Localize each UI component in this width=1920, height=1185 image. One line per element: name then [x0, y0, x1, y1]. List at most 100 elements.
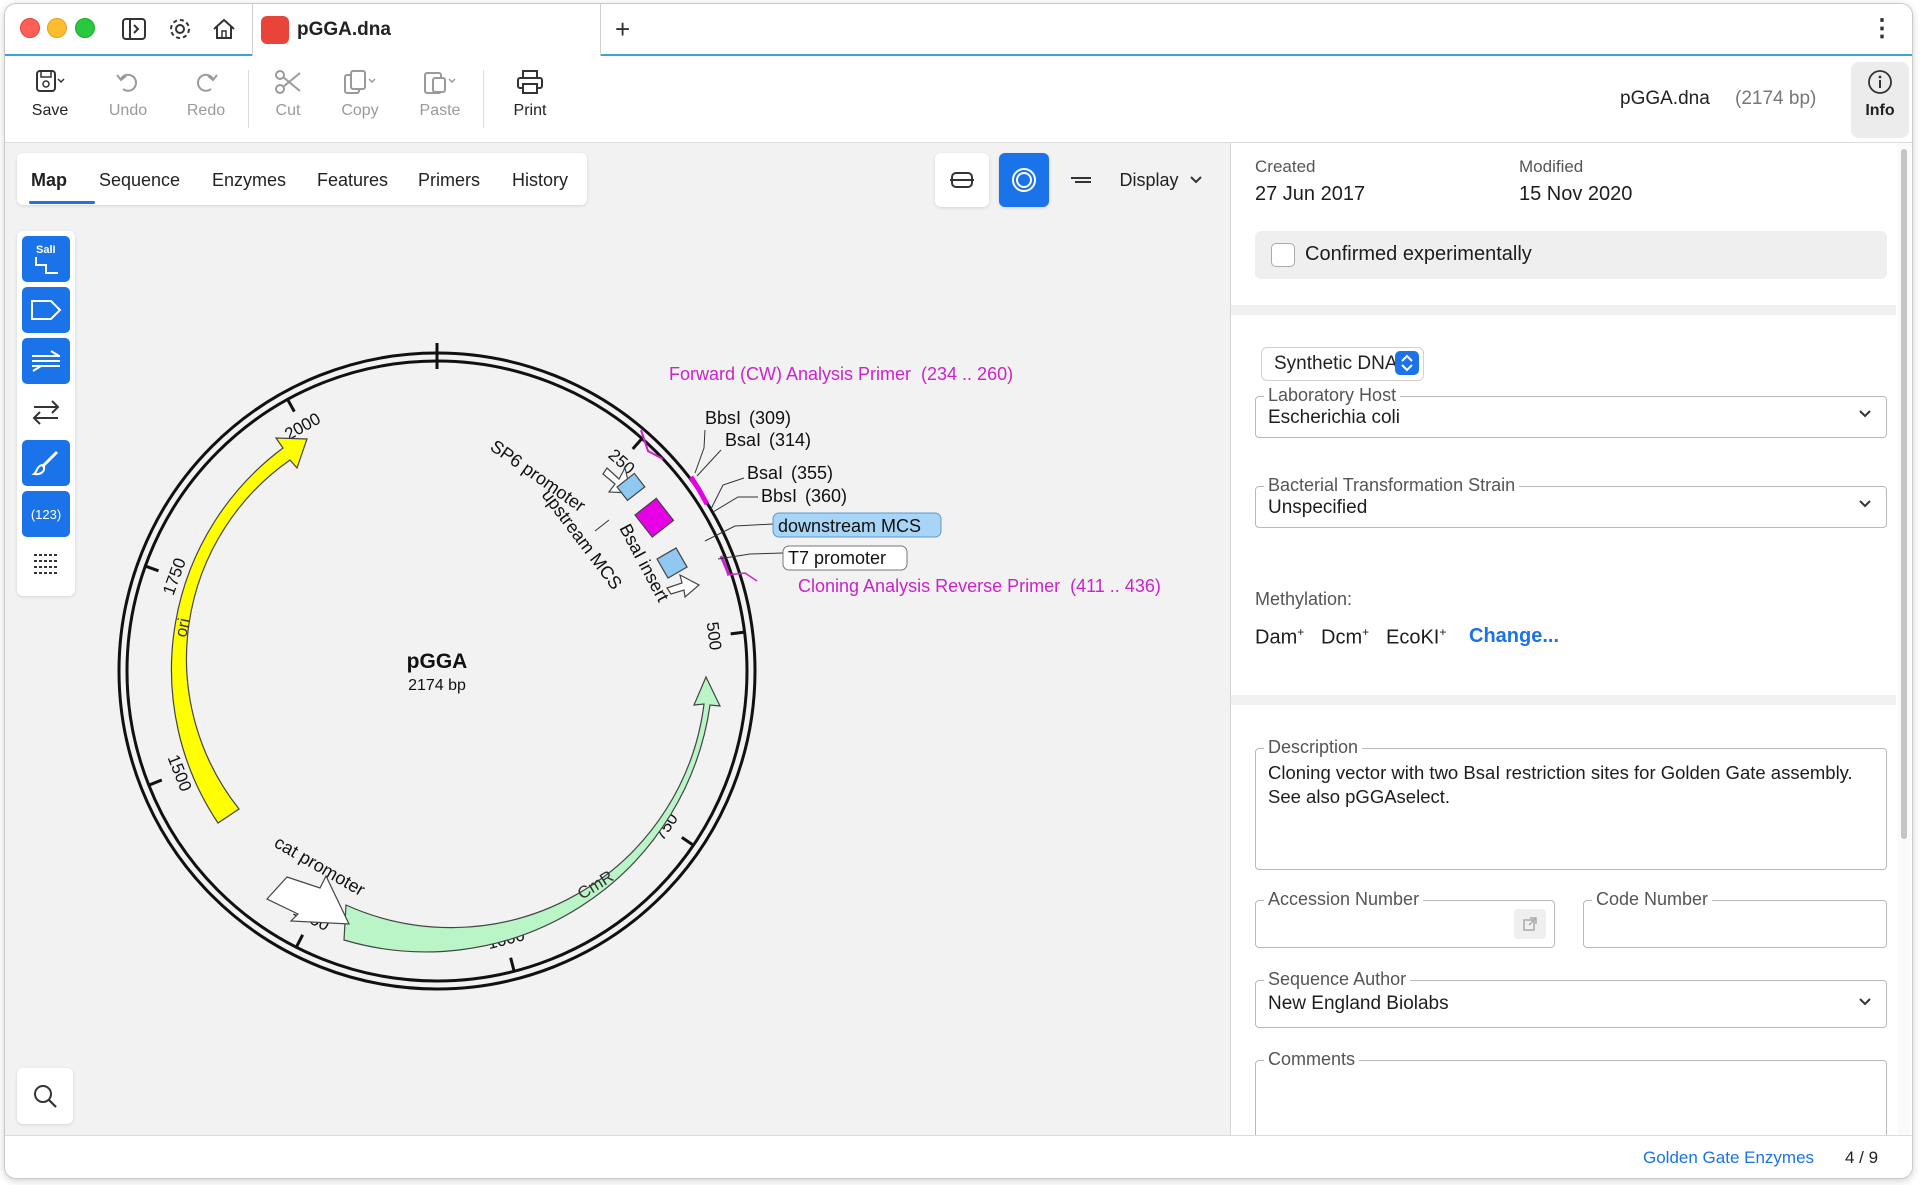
- methylation-ecoki: EcoKI+: [1386, 625, 1447, 649]
- sequence-grid-tool-button[interactable]: [22, 542, 70, 588]
- transformation-strain-value: Unspecified: [1268, 497, 1368, 518]
- tab-features[interactable]: Features: [317, 170, 388, 191]
- plasmid-length: 2174 bp: [408, 677, 466, 694]
- zoom-window-button[interactable]: [75, 18, 95, 38]
- tab-sequence[interactable]: Sequence: [99, 170, 180, 191]
- chevron-down-icon: [1189, 176, 1202, 184]
- enzyme-tool-button[interactable]: SalI: [22, 236, 70, 282]
- enzyme-label-2: BsaI (314): [725, 430, 811, 450]
- created-value: 27 Jun 2017: [1255, 183, 1366, 205]
- tick-mark-750: [680, 836, 695, 847]
- redo-button[interactable]: Redo: [171, 62, 241, 138]
- enzyme-leader-2: [696, 449, 722, 477]
- description-label: Description: [1264, 737, 1363, 758]
- molecule-type-select[interactable]: Synthetic DNA: [1261, 347, 1424, 381]
- methylation-label: Methylation:: [1255, 589, 1353, 609]
- enzyme-label-3: BsaI (355): [747, 463, 833, 483]
- sequence-author-label: Sequence Author: [1264, 969, 1411, 990]
- description-field[interactable]: Description Cloning vector with two BsaI…: [1255, 737, 1887, 870]
- map-tools-palette: SalI (123): [17, 231, 75, 596]
- close-window-button[interactable]: [20, 18, 40, 38]
- orientation-tool-button[interactable]: [22, 389, 70, 435]
- tab-map[interactable]: Map: [31, 170, 67, 191]
- display-menu-button[interactable]: Display: [1049, 153, 1223, 207]
- collection-link[interactable]: Golden Gate Enzymes: [1643, 1148, 1814, 1168]
- title-bar: pGGA.dna + ⋮: [5, 4, 1912, 56]
- confirmed-label: Confirmed experimentally: [1305, 243, 1532, 265]
- scrollbar-thumb[interactable]: [1901, 149, 1907, 839]
- primer-tool-button[interactable]: [22, 338, 70, 384]
- code-number-label: Code Number: [1592, 889, 1713, 910]
- document-name: pGGA.dna: [1620, 88, 1710, 109]
- tick-label-500: 500: [703, 621, 725, 652]
- tab-enzymes[interactable]: Enzymes: [212, 170, 286, 191]
- tab-primers[interactable]: Primers: [418, 170, 480, 191]
- paste-button[interactable]: Paste: [405, 62, 475, 138]
- numbering-tool-button[interactable]: (123): [22, 491, 70, 537]
- transformation-strain-select[interactable]: Bacterial Transformation Strain Unspecif…: [1255, 475, 1887, 528]
- forward-primer-label: Forward (CW) Analysis Primer (234 .. 260): [669, 364, 1013, 384]
- methylation-dam: Dam+: [1255, 625, 1305, 649]
- more-menu-button[interactable]: ⋮: [1870, 14, 1894, 43]
- info-button[interactable]: Info: [1851, 62, 1909, 138]
- insert-leader: [594, 519, 610, 532]
- t7-promoter-callout-label: T7 promoter: [788, 548, 886, 568]
- undo-button[interactable]: Undo: [93, 62, 163, 138]
- chevron-down-icon: [1859, 998, 1871, 1006]
- linear-view-button[interactable]: [935, 153, 989, 207]
- tick-mark-250: [631, 437, 644, 450]
- gear-icon[interactable]: [165, 15, 195, 43]
- collection-position: 4 / 9: [1845, 1148, 1879, 1167]
- new-tab-button[interactable]: +: [615, 14, 630, 45]
- bsai-insert-feature: [634, 497, 675, 538]
- change-methylation-link[interactable]: Change...: [1469, 625, 1559, 648]
- print-button[interactable]: Print: [495, 62, 565, 138]
- accession-number-label: Accession Number: [1264, 889, 1424, 910]
- tick-mark-1500: [148, 778, 163, 787]
- cut-button[interactable]: Cut: [253, 62, 323, 138]
- tick-mark-2000: [286, 398, 296, 413]
- circular-map-icon: [1012, 168, 1036, 192]
- minimize-window-button[interactable]: [47, 18, 67, 38]
- swap-arrows-icon: [32, 400, 60, 425]
- downstream-mcs-callout-label: downstream MCS: [778, 516, 921, 536]
- toolbar: Save Undo Redo Cut Copy Paste Print pGGA…: [5, 56, 1912, 143]
- molecule-type-value: Synthetic DNA: [1274, 353, 1398, 374]
- confirmed-row[interactable]: Confirmed experimentally: [1255, 231, 1887, 279]
- confirmed-checkbox[interactable]: [1271, 243, 1295, 267]
- linear-map-icon: [950, 172, 974, 188]
- open-link-icon[interactable]: [1514, 909, 1546, 939]
- accession-number-field[interactable]: Accession Number: [1255, 889, 1555, 948]
- tab-title: pGGA.dna: [297, 19, 391, 40]
- home-icon[interactable]: [209, 15, 239, 43]
- info-icon: [1868, 70, 1892, 94]
- primer-icon: [32, 350, 60, 372]
- active-tab-indicator: [29, 201, 95, 204]
- laboratory-host-select[interactable]: Laboratory Host Escherichia coli: [1255, 385, 1887, 438]
- search-button[interactable]: [17, 1068, 73, 1124]
- copy-button[interactable]: Copy: [325, 62, 395, 138]
- section-divider: [1231, 305, 1896, 315]
- sequence-author-select[interactable]: Sequence Author New England Biolabs: [1255, 969, 1887, 1028]
- sidebar-toggle-icon[interactable]: [119, 15, 149, 43]
- tab-history[interactable]: History: [512, 170, 568, 191]
- document-length: (2174 bp): [1735, 88, 1817, 109]
- feature-tool-button[interactable]: [22, 287, 70, 333]
- tick-mark-1000: [509, 957, 516, 972]
- laboratory-host-value: Escherichia coli: [1268, 407, 1400, 428]
- circular-view-button[interactable]: [999, 153, 1049, 207]
- save-button[interactable]: Save: [15, 62, 85, 138]
- color-tool-button[interactable]: [22, 440, 70, 486]
- comments-label: Comments: [1264, 1049, 1360, 1070]
- reverse-primer-label: Cloning Analysis Reverse Primer (411 .. 4…: [798, 576, 1161, 596]
- code-number-field[interactable]: Code Number: [1583, 889, 1887, 948]
- info-scrollbar[interactable]: [1898, 143, 1910, 1135]
- copy-icon: [344, 70, 376, 94]
- numbering-label: (123): [30, 506, 62, 522]
- tick-mark-1250: [294, 934, 304, 948]
- map-pane: 25050075010001250150017502000: [5, 143, 1231, 1135]
- plasmid-map[interactable]: 25050075010001250150017502000: [5, 143, 1230, 1135]
- document-tab[interactable]: pGGA.dna: [252, 4, 601, 56]
- laboratory-host-label: Laboratory Host: [1264, 385, 1401, 406]
- transformation-strain-label: Bacterial Transformation Strain: [1264, 475, 1520, 496]
